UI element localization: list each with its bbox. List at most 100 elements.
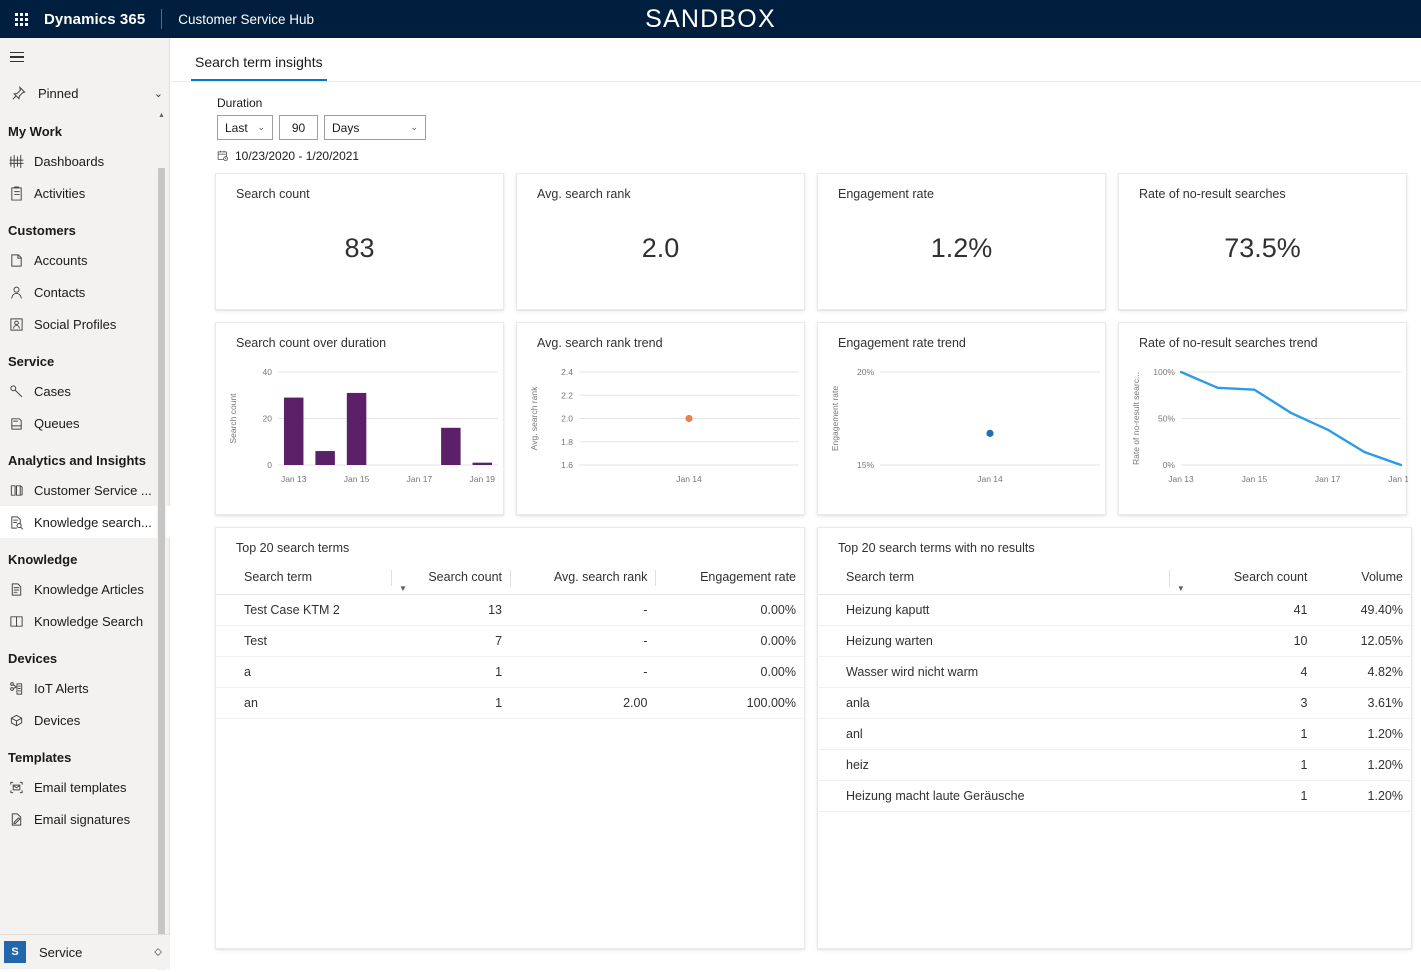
sidebar-item-cases[interactable]: Cases [0, 375, 170, 407]
sidebar-item-activities[interactable]: Activities [0, 177, 170, 209]
chevron-down-icon[interactable]: ⌄ [154, 87, 163, 100]
cell-term: Test Case KTM 2 [216, 595, 391, 626]
tab-search-term-insights[interactable]: Search term insights [191, 54, 327, 81]
column-header-search-term[interactable]: Search term [216, 564, 391, 595]
kpi-row: Search count83Avg. search rank2.0Engagem… [215, 173, 1421, 310]
hamburger-icon[interactable] [0, 38, 169, 76]
table-row[interactable]: heiz11.20% [818, 750, 1411, 781]
svg-text:Engagement rate: Engagement rate [830, 386, 840, 451]
column-header-search-count[interactable]: Search count ▼ [1169, 564, 1316, 595]
svg-text:Jan 13: Jan 13 [281, 474, 307, 484]
cell-count: 41 [1169, 595, 1316, 626]
cell-term: Heizung macht laute Geräusche [818, 781, 1169, 812]
cell-term: Test [216, 626, 391, 657]
scatter-chart: 15%20%Engagement rateJan 14 [818, 350, 1107, 500]
sidebar-item-label: Devices [34, 713, 80, 728]
svg-text:Jan 13: Jan 13 [1168, 474, 1194, 484]
svg-text:Jan 15: Jan 15 [344, 474, 370, 484]
svg-text:100%: 100% [1153, 367, 1175, 377]
nav-group-title: Knowledge [0, 538, 170, 573]
dashboard-grid: Search count83Avg. search rank2.0Engagem… [171, 173, 1421, 949]
sidebar-item-social-profiles[interactable]: Social Profiles [0, 308, 170, 340]
sort-descending-icon: ▼ [399, 584, 407, 593]
cell-term: heiz [818, 750, 1169, 781]
app-name[interactable]: Customer Service Hub [178, 12, 314, 27]
column-header-search-term[interactable]: Search term [818, 564, 1169, 595]
svg-text:2.2: 2.2 [561, 390, 573, 400]
scrollbar-thumb[interactable] [158, 168, 165, 948]
table-row[interactable]: a1-0.00% [216, 657, 804, 688]
svg-text:Jan 19: Jan 19 [1388, 474, 1408, 484]
area-switcher[interactable]: S Service ⬦ [0, 934, 170, 969]
sidebar-item-label: Cases [34, 384, 71, 399]
svg-text:Rate of no-result searc...: Rate of no-result searc... [1131, 372, 1141, 465]
sidebar-item-pinned[interactable]: Pinned ⌄ [0, 76, 169, 110]
kpi-value: 2.0 [517, 174, 804, 309]
sidebar-item-customer-service[interactable]: Customer Service ... [0, 474, 170, 506]
kpi-card: Rate of no-result searches73.5% [1118, 173, 1407, 310]
scatter-chart: 1.61.82.02.22.4Avg. search rankJan 14 [517, 350, 806, 500]
cell-count: 3 [1169, 688, 1316, 719]
table-header-row: Search term Search count ▼ Avg. search r… [216, 564, 804, 595]
sidebar-item-knowledge-search[interactable]: Knowledge Search [0, 605, 170, 637]
sidebar-item-email-templates[interactable]: Email templates [0, 771, 170, 803]
duration-mode-select[interactable]: Last ⌄ [217, 115, 273, 140]
sidebar-item-email-signatures[interactable]: Email signatures [0, 803, 170, 835]
app-launcher-icon[interactable] [0, 0, 42, 38]
sidebar-item-devices[interactable]: Devices [0, 704, 170, 736]
brand-title[interactable]: Dynamics 365 [42, 11, 145, 28]
sidebar-item-label: Contacts [34, 285, 85, 300]
column-header-engagement-rate[interactable]: Engagement rate [655, 564, 804, 595]
cell-term: an [216, 688, 391, 719]
table-row[interactable]: Heizung macht laute Geräusche11.20% [818, 781, 1411, 812]
sidebar-item-queues[interactable]: Queues [0, 407, 170, 439]
table-row[interactable]: anl11.20% [818, 719, 1411, 750]
sidebar-item-knowledge-articles[interactable]: Knowledge Articles [0, 573, 170, 605]
sidebar-item-knowledge-search[interactable]: Knowledge search... [0, 506, 170, 538]
top-search-terms-table: Search term Search count ▼ Avg. search r… [216, 564, 804, 719]
card-title: Top 20 search terms with no results [818, 528, 1411, 555]
duration-unit-select[interactable]: Days ⌄ [324, 115, 426, 140]
table-row[interactable]: Heizung kaputt4149.40% [818, 595, 1411, 626]
table-row[interactable]: Wasser wird nicht warm44.82% [818, 657, 1411, 688]
sidebar-item-contacts[interactable]: Contacts [0, 276, 170, 308]
knowledge-search-icon [8, 613, 24, 629]
column-header-volume[interactable]: Volume [1315, 564, 1411, 595]
cell-count: 7 [391, 626, 510, 657]
column-header-search-count[interactable]: Search count ▼ [391, 564, 510, 595]
table-row[interactable]: Test Case KTM 213-0.00% [216, 595, 804, 626]
table-row[interactable]: anla33.61% [818, 688, 1411, 719]
nav-group-title: My Work [0, 110, 170, 145]
sidebar-item-label: IoT Alerts [34, 681, 89, 696]
cell-engagement: 100.00% [655, 688, 804, 719]
sidebar-item-label: Email signatures [34, 812, 130, 827]
sidebar-item-iot-alerts[interactable]: IoT Alerts [0, 672, 170, 704]
cell-engagement: 0.00% [655, 595, 804, 626]
duration-amount-input[interactable]: 90 [279, 115, 318, 140]
column-header-avg-search-rank[interactable]: Avg. search rank [510, 564, 655, 595]
tab-strip: Search term insights [171, 38, 1421, 82]
sidebar-item-dashboards[interactable]: Dashboards [0, 145, 170, 177]
table-row[interactable]: Test7-0.00% [216, 626, 804, 657]
cell-engagement: 0.00% [655, 626, 804, 657]
cases-icon [8, 383, 24, 399]
cell-volume: 1.20% [1315, 719, 1411, 750]
email-signatures-icon [8, 811, 24, 827]
nav-group-title: Service [0, 340, 170, 375]
nav-group-title: Customers [0, 209, 170, 244]
table-row[interactable]: an12.00100.00% [216, 688, 804, 719]
card-title: Rate of no-result searches trend [1119, 323, 1406, 350]
chevron-up-down-icon[interactable]: ⬦ [154, 946, 162, 959]
sidebar-item-accounts[interactable]: Accounts [0, 244, 170, 276]
chart-card: Rate of no-result searches trend0%50%100… [1118, 322, 1407, 515]
line-chart: 0%50%100%Rate of no-result searc...Jan 1… [1119, 350, 1408, 500]
table-row[interactable]: Heizung warten1012.05% [818, 626, 1411, 657]
sidebar-scrollbar[interactable]: ▲ ▼ [157, 110, 166, 970]
cell-volume: 12.05% [1315, 626, 1411, 657]
svg-text:Jan 17: Jan 17 [407, 474, 433, 484]
cell-count: 1 [391, 657, 510, 688]
scroll-up-arrow[interactable]: ▲ [157, 110, 166, 120]
svg-text:Jan 14: Jan 14 [676, 474, 702, 484]
kpi-value: 73.5% [1119, 174, 1406, 309]
cell-term: Heizung kaputt [818, 595, 1169, 626]
